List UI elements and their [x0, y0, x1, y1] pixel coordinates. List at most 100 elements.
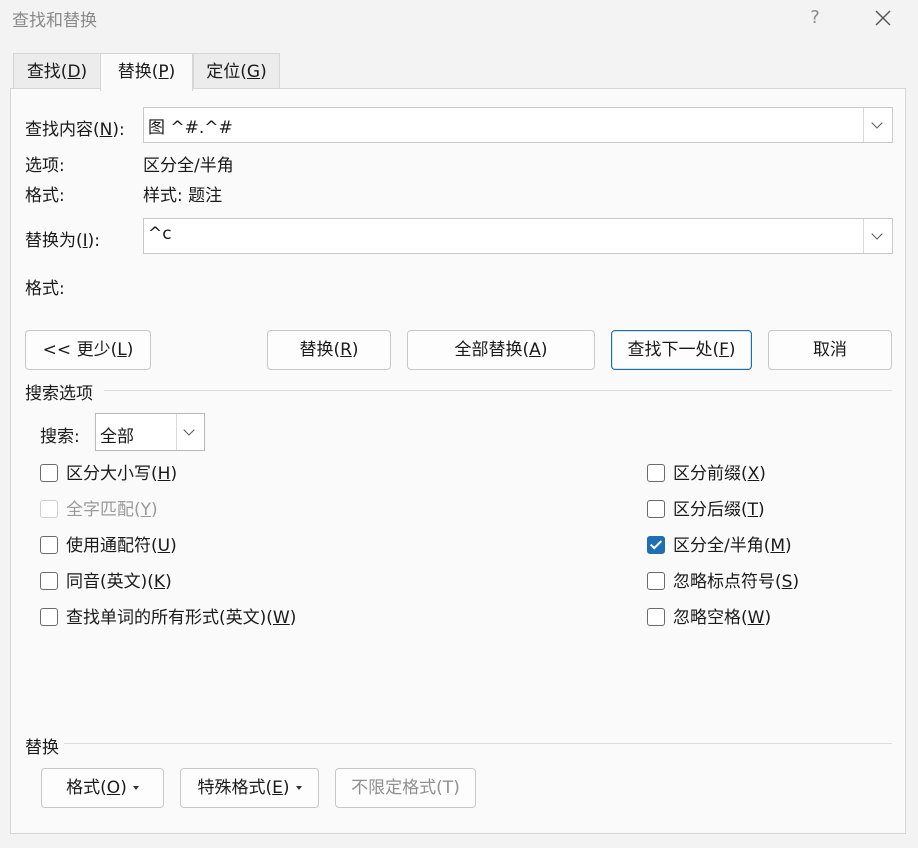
format-button-pre: 格式(	[66, 778, 107, 798]
checkbox[interactable]	[40, 608, 58, 626]
option-label-pre: 区分大小写(	[66, 464, 158, 484]
option-label-pre: 忽略空格(	[673, 608, 748, 628]
replace-button-pre: 替换(	[299, 340, 341, 360]
checkbox[interactable]	[40, 464, 58, 482]
chevron-down-icon	[871, 228, 883, 240]
option-label: 区分前缀(X)	[673, 461, 766, 487]
replace-with-dropdown[interactable]	[863, 219, 892, 253]
checkbox[interactable]	[40, 536, 58, 554]
special-format-button-pre: 特殊格式(	[197, 778, 273, 798]
chevron-down-icon	[183, 424, 195, 436]
checkbox[interactable]	[40, 500, 58, 518]
option-label-key: U	[157, 536, 171, 556]
option-label: 区分后缀(T)	[673, 497, 765, 523]
option-checkbox-row[interactable]: 查找单词的所有形式(英文)(W)	[40, 605, 320, 631]
no-formatting-button[interactable]: 不限定格式(T)	[335, 768, 476, 808]
option-label: 忽略空格(W)	[673, 605, 771, 631]
tab-replace[interactable]: 替换(P)	[100, 53, 193, 91]
checkbox[interactable]	[647, 464, 665, 482]
option-label-post: )	[785, 536, 792, 556]
option-label-key: T	[747, 500, 759, 520]
checkbox[interactable]	[647, 500, 665, 518]
close-button[interactable]	[866, 3, 900, 33]
find-what-label: 查找内容(N):	[25, 115, 125, 140]
search-direction-value: 全部	[100, 427, 134, 447]
option-label-post: )	[151, 500, 158, 520]
replace-all-button-pre: 全部替换(	[454, 340, 530, 360]
option-label-post: )	[170, 464, 178, 484]
replace-all-button-post: )	[540, 340, 548, 360]
special-format-button[interactable]: 特殊格式(E)	[180, 768, 319, 808]
option-checkbox-row[interactable]: 忽略标点符号(S)	[647, 569, 918, 595]
option-label-post: )	[165, 572, 172, 592]
format-button-post: )	[120, 778, 127, 798]
tab-find[interactable]: 查找(D)	[13, 53, 101, 89]
option-checkbox-row[interactable]: 全字匹配(Y)	[40, 497, 320, 523]
option-label-key: W	[747, 608, 765, 628]
find-what-dropdown[interactable]	[863, 108, 892, 142]
find-what-combo[interactable]: 图 ^#.^#	[143, 107, 893, 143]
checkbox[interactable]	[647, 572, 665, 590]
title-bar	[0, 0, 918, 38]
checkbox[interactable]	[647, 608, 665, 626]
dropdown-arrow-icon	[132, 786, 139, 790]
option-label-post: )	[758, 500, 765, 520]
search-direction-label-pre: 搜索	[40, 427, 74, 447]
find-what-label-post: ):	[112, 120, 125, 140]
cancel-button[interactable]: 取消	[768, 330, 892, 370]
search-direction-label: 搜索:	[40, 422, 80, 447]
option-label-pre: 区分前缀(	[673, 464, 748, 484]
close-icon	[875, 10, 891, 26]
option-label-pre: 忽略标点符号(	[673, 572, 782, 592]
option-checkbox-row[interactable]: 区分后缀(T)	[647, 497, 918, 523]
replace-section-heading: 替换	[25, 738, 59, 758]
option-label: 全字匹配(Y)	[66, 497, 158, 523]
option-label-pre: 同音(英文)(	[66, 572, 154, 592]
option-label-key: W	[272, 608, 290, 628]
help-button[interactable]: ?	[800, 3, 830, 33]
option-label-key: H	[157, 464, 171, 484]
tab-replace-end: )	[168, 62, 176, 82]
less-button-pre: << 更少(	[42, 340, 118, 360]
tab-goto[interactable]: 定位(G)	[193, 53, 280, 89]
find-what-input[interactable]: 图 ^#.^#	[148, 113, 233, 138]
option-label-pre: 全字匹配(	[66, 500, 141, 520]
option-checkbox-row[interactable]: 区分大小写(H)	[40, 461, 320, 487]
checkbox-checked[interactable]	[647, 536, 665, 554]
option-checkbox-row[interactable]: 区分全/半角(M)	[647, 533, 918, 559]
option-label-post: )	[792, 572, 800, 592]
option-label-key: S	[781, 572, 793, 592]
find-what-label-pre: 查找内容(	[25, 120, 100, 140]
find-format-value: 样式: 题注	[143, 186, 223, 206]
option-checkbox-row[interactable]: 同音(英文)(K)	[40, 569, 320, 595]
less-button[interactable]: << 更少(L)	[25, 330, 151, 370]
option-label: 区分大小写(H)	[66, 461, 177, 487]
replace-with-input[interactable]: ^c	[148, 224, 172, 244]
option-label: 查找单词的所有形式(英文)(W)	[66, 605, 296, 631]
option-label-key: M	[770, 536, 786, 556]
option-checkbox-row[interactable]: 忽略空格(W)	[647, 605, 918, 631]
option-label-key: K	[153, 572, 166, 592]
options-label: 选项:	[25, 156, 65, 176]
option-checkbox-row[interactable]: 区分前缀(X)	[647, 461, 918, 487]
tab-find-key: D	[67, 62, 81, 82]
option-label-pre: 查找单词的所有形式(英文)(	[66, 608, 273, 628]
replace-button[interactable]: 替换(R)	[267, 330, 391, 370]
find-format-label: 格式:	[25, 186, 65, 206]
replace-format-label: 格式:	[25, 279, 65, 299]
option-label: 同音(英文)(K)	[66, 569, 172, 595]
less-button-post: )	[126, 340, 134, 360]
option-checkbox-row[interactable]: 使用通配符(U)	[40, 533, 320, 559]
search-direction-select[interactable]: 全部	[95, 413, 205, 451]
checkbox[interactable]	[40, 572, 58, 590]
replace-with-label-pre: 替换为(	[25, 231, 83, 251]
tab-find-end: )	[80, 62, 88, 82]
replace-with-combo[interactable]: ^c	[143, 218, 893, 254]
option-label-key: Y	[140, 500, 152, 520]
replace-all-button[interactable]: 全部替换(A)	[407, 330, 595, 370]
search-direction-dropdown[interactable]	[176, 414, 204, 450]
dropdown-arrow-icon	[295, 786, 302, 790]
format-button[interactable]: 格式(O)	[41, 768, 164, 808]
find-next-button[interactable]: 查找下一处(F)	[611, 330, 752, 370]
search-options-divider	[104, 390, 892, 391]
